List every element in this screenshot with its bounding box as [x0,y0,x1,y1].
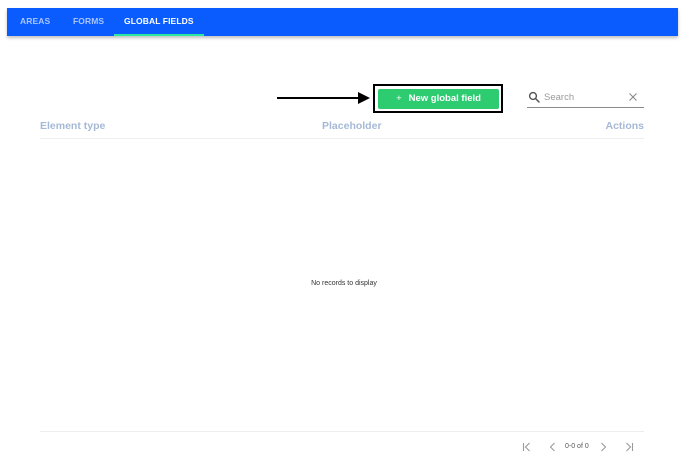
clear-search-icon[interactable] [628,92,638,102]
annotation-arrow-head [358,92,370,104]
plus-icon: + [396,93,402,104]
tab-areas[interactable]: AREAS [20,8,50,36]
next-page-icon[interactable] [597,441,609,453]
top-navigation-bar: AREAS FORMS GLOBAL FIELDS [7,8,678,36]
footer-divider [40,431,644,432]
pagination-info: 0-0 of 0 [565,443,589,450]
tab-global-fields[interactable]: GLOBAL FIELDS [114,8,204,36]
annotation-arrow-line [277,97,361,99]
new-global-field-label: New global field [408,93,481,104]
search-field [527,88,644,108]
first-page-icon[interactable] [521,441,533,453]
empty-table-message: No records to display [311,280,377,287]
last-page-icon[interactable] [623,441,635,453]
active-tab-indicator [114,34,204,36]
tab-forms[interactable]: FORMS [73,8,104,36]
search-icon [528,91,540,103]
header-divider [40,138,644,139]
column-header-actions: Actions [605,120,644,132]
column-header-element-type[interactable]: Element type [40,120,105,132]
tab-global-fields-label: GLOBAL FIELDS [124,16,194,26]
column-header-placeholder[interactable]: Placeholder [322,120,382,132]
previous-page-icon[interactable] [547,441,559,453]
new-global-field-button[interactable]: + New global field [378,89,499,109]
search-input[interactable] [544,89,626,105]
